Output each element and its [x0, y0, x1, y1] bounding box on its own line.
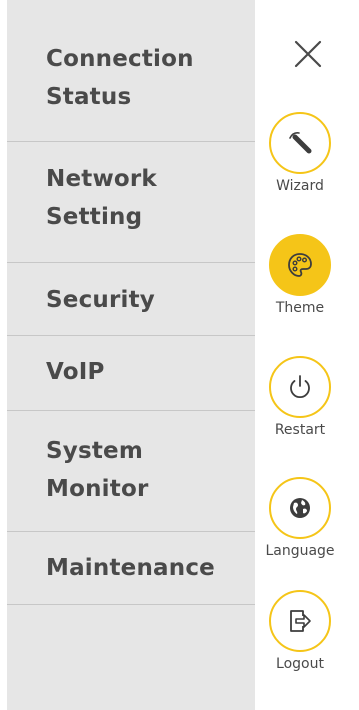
power-icon	[290, 375, 310, 399]
menu-item-network-setting[interactable]: Network Setting	[7, 142, 255, 263]
theme-label: Theme	[275, 300, 325, 316]
menu-item-system-monitor[interactable]: System Monitor	[7, 411, 255, 532]
language-label: Language	[265, 543, 335, 559]
wizard-wand-icon	[289, 132, 312, 154]
menu-item-label: Network Setting	[46, 166, 157, 230]
menu-item-label: VoIP	[46, 359, 105, 385]
palette-icon	[288, 253, 312, 277]
menu-item-label: Connection Status	[46, 46, 194, 110]
menu-item-maintenance[interactable]: Maintenance	[7, 532, 255, 605]
logout-label: Logout	[276, 656, 324, 672]
menu-item-security[interactable]: Security	[7, 263, 255, 336]
theme-circle	[269, 234, 331, 296]
menu-item-connection-status[interactable]: Connection Status	[7, 0, 255, 142]
restart-label: Restart	[274, 422, 326, 438]
logout-icon	[290, 610, 311, 632]
close-button[interactable]	[290, 36, 326, 72]
close-icon	[294, 40, 322, 68]
wizard-label: Wizard	[276, 178, 324, 194]
wizard-circle	[269, 112, 331, 174]
menu-item-label: System Monitor	[46, 438, 149, 502]
menu-item-label: Maintenance	[46, 555, 215, 581]
app-frame: Connection Status Network Setting Securi…	[0, 0, 359, 710]
language-circle	[269, 477, 331, 539]
restart-circle	[269, 356, 331, 418]
menu-item-voip[interactable]: VoIP	[7, 336, 255, 411]
menu-item-label: Security	[46, 287, 155, 313]
side-menu: Connection Status Network Setting Securi…	[7, 0, 255, 710]
logout-circle	[269, 590, 331, 652]
globe-icon	[290, 498, 310, 518]
